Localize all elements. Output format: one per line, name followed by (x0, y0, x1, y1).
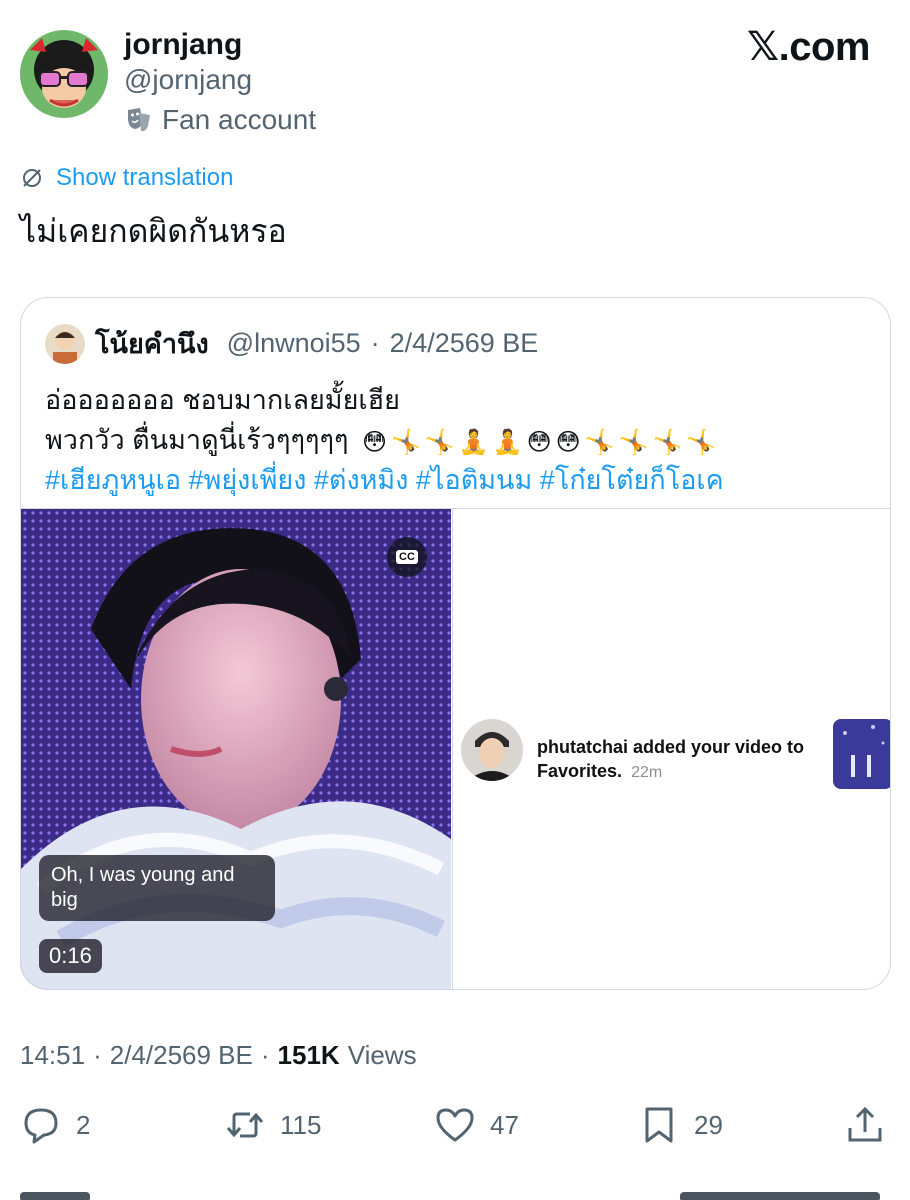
quoted-date: 2/4/2569 BE (389, 328, 539, 358)
notification-screenshot[interactable]: phutatchai added your video to Favorites… (452, 509, 890, 989)
peek-bar-left (20, 1192, 90, 1200)
notification-thumbnail (833, 719, 890, 789)
reply-icon (24, 1108, 58, 1144)
translate-icon (23, 169, 41, 187)
tweet-date[interactable]: 2/4/2569 BE (110, 1040, 253, 1071)
emoji-10: 🤸 (686, 427, 717, 456)
share-button[interactable] (844, 1104, 886, 1146)
dot-separator: · (370, 328, 380, 358)
author-name[interactable]: jornjang (124, 28, 242, 62)
bookmark-icon (645, 1107, 673, 1143)
author-avatar[interactable] (20, 30, 108, 118)
video-player[interactable]: CC Oh, I was young and big 0:16 (21, 509, 451, 989)
like-count: 47 (490, 1109, 519, 1140)
quoted-hashtags[interactable]: #เฮียภูหนูเอ #พยุ่งเพี่ยง #ต่งหมิง #ไอติ… (45, 458, 724, 501)
emoji-sequence: 😳 🤸 🤸 🧘 🧘 😳 😳 🤸 🤸 🤸 🤸 (362, 428, 716, 456)
repost-icon (226, 1112, 264, 1138)
quoted-media: CC Oh, I was young and big 0:16 phutatch… (21, 508, 890, 989)
notification-avatar (461, 719, 523, 781)
quoted-tweet[interactable]: โน้ยคำนึง @lnwnoi55 · 2/4/2569 BE อ่ออออ… (20, 297, 891, 990)
quoted-tweet-header: โน้ยคำนึง @lnwnoi55 · 2/4/2569 BE (45, 322, 538, 365)
emoji-7: 🤸 (584, 427, 615, 456)
quoted-author-handle[interactable]: @lnwnoi55 (227, 328, 361, 359)
quoted-text-line-2: พวกวัว ตื่นมาดูนี่เร้วๆๆๆๆๆ 😳 🤸 🤸 🧘 🧘 😳 😳 🤸 🤸 🤸 🤸 (45, 418, 716, 461)
notification-text: phutatchai added your video to Favorites… (537, 735, 827, 785)
emoji-0: 😳 (362, 427, 388, 456)
notification-message: phutatchai added your video to Favorites… (537, 737, 805, 781)
peek-bar-right (680, 1192, 880, 1200)
emoji-6: 😳 (555, 427, 581, 456)
views-label: Views (347, 1040, 417, 1070)
closed-captions-button[interactable]: CC (387, 537, 427, 577)
heart-icon (436, 1108, 474, 1142)
account-label: Fan account (124, 104, 316, 136)
x-com-logo: 𝕏.com (746, 25, 871, 69)
repost-button[interactable]: 115 (224, 1104, 321, 1146)
tweet-header: jornjang @jornjang Fan account 𝕏.com (20, 24, 890, 135)
emoji-9: 🤸 (652, 427, 683, 456)
bookmark-count: 29 (694, 1109, 723, 1140)
quoted-author-name[interactable]: โน้ยคำนึง (95, 322, 209, 365)
video-caption: Oh, I was young and big (39, 855, 275, 921)
emoji-1: 🤸 (391, 427, 421, 456)
emoji-2: 🤸 (424, 427, 455, 456)
author-handle[interactable]: @jornjang (124, 64, 252, 96)
share-icon (848, 1106, 882, 1142)
emoji-8: 🤸 (618, 427, 649, 456)
emoji-4: 🧘 (492, 427, 523, 456)
tweet-text: ไม่เคยกดผิดกันหรอ (20, 213, 287, 249)
tweet-timestamp: 14:51 · 2/4/2569 BE · 151K Views (20, 1040, 417, 1071)
quoted-text-line-2-text: พวกวัว ตื่นมาดูนี่เร้วๆๆๆๆๆ (45, 425, 349, 455)
video-duration: 0:16 (39, 939, 102, 973)
views-count: 151K (277, 1040, 340, 1070)
reply-count: 2 (76, 1109, 91, 1140)
show-translation-link[interactable]: Show translation (20, 164, 233, 192)
quoted-author-avatar[interactable] (45, 323, 85, 364)
action-bar: 2 115 47 29 (20, 1104, 890, 1152)
like-button[interactable]: 47 (434, 1104, 519, 1146)
theater-masks-icon (128, 108, 150, 132)
dot-separator: · (93, 1040, 102, 1070)
show-translation-text[interactable]: Show translation (56, 164, 233, 192)
notification-time: 22m (631, 764, 663, 781)
dot-separator: · (260, 1040, 270, 1070)
emoji-5: 😳 (526, 427, 552, 456)
reply-button[interactable]: 2 (20, 1104, 90, 1146)
cc-icon: CC (396, 550, 418, 564)
emoji-3: 🧘 (458, 427, 489, 456)
bookmark-button[interactable]: 29 (638, 1104, 723, 1146)
repost-count: 115 (280, 1109, 322, 1140)
account-label-text: Fan account (162, 104, 317, 135)
quoted-text-line-1: อ่อออออออ ชอบมากเลยมั้ยเฮีย (45, 385, 400, 415)
tweet-time[interactable]: 14:51 (20, 1040, 85, 1071)
next-section-peek (20, 1186, 890, 1200)
